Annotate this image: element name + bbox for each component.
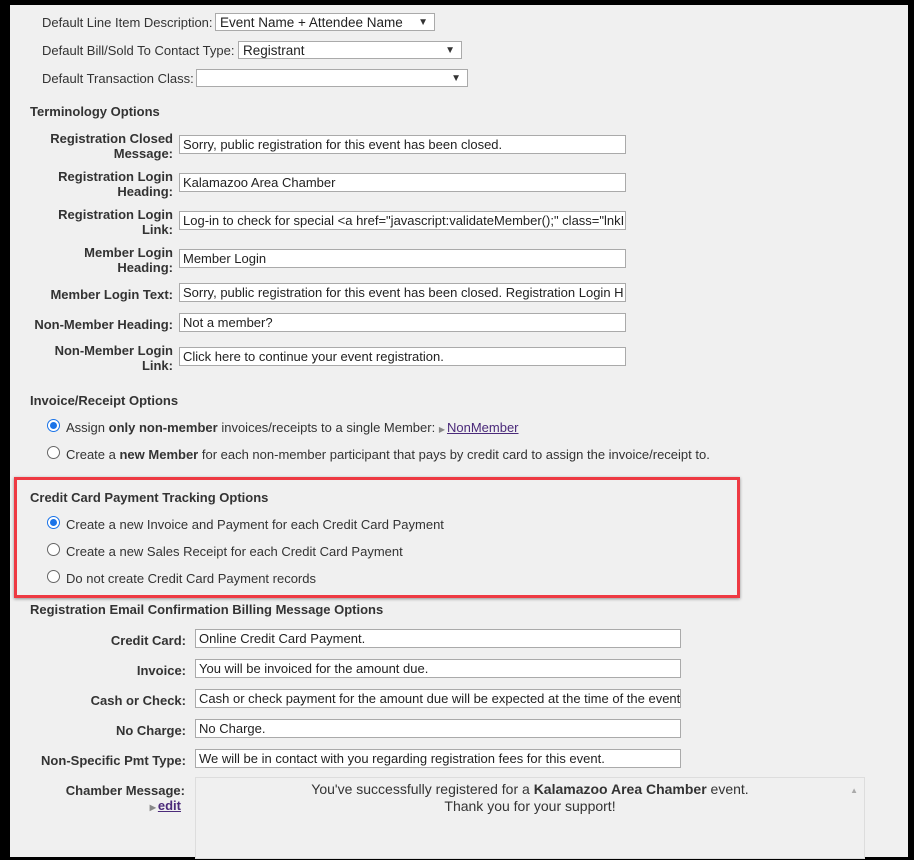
default-line-item-label: Default Line Item Description: <box>42 15 213 30</box>
invoice-option-single-member-radio[interactable] <box>47 419 60 432</box>
non-member-login-link-input[interactable]: Click here to continue your event regist… <box>179 347 626 366</box>
term-label: Member Login Text: <box>50 287 173 302</box>
cash-check-message-input[interactable]: Cash or check payment for the amount due… <box>195 689 681 708</box>
term-label: Non-Member Login Link: <box>54 343 173 373</box>
term-label: Member Login Heading: <box>84 245 173 275</box>
term-label: Registration Login Link: <box>58 207 173 237</box>
chevron-down-icon: ▼ <box>451 73 461 84</box>
chevron-down-icon: ▼ <box>445 45 455 56</box>
default-transaction-class-label: Default Transaction Class: <box>42 71 194 86</box>
registration-closed-message-input[interactable]: Sorry, public registration for this even… <box>179 135 626 154</box>
invoice-option-new-member-radio[interactable] <box>47 446 60 459</box>
invoice-message-input[interactable]: You will be invoiced for the amount due. <box>195 659 681 678</box>
nonmember-link[interactable]: NonMember <box>447 420 519 435</box>
invoice-option-2-label: Create a new Member for each non-member … <box>66 447 710 462</box>
billing-label: Non-Specific Pmt Type: <box>41 753 186 768</box>
cc-option-label: Do not create Credit Card Payment record… <box>66 571 316 586</box>
cc-option-label: Create a new Sales Receipt for each Cred… <box>66 544 403 559</box>
cc-option-invoice-payment-radio[interactable] <box>47 516 60 529</box>
edit-link-wrap: ▶ edit <box>148 798 181 815</box>
default-line-item-select[interactable]: Event Name + Attendee Name ▼ <box>215 13 435 31</box>
cc-option-none-radio[interactable] <box>47 570 60 583</box>
chevron-down-icon: ▼ <box>418 17 428 28</box>
event-settings-page: Default Line Item Description: Event Nam… <box>10 5 908 859</box>
text-bold: new Member <box>119 447 199 462</box>
billing-label: Cash or Check: <box>90 693 186 708</box>
non-member-heading-input[interactable]: Not a member? <box>179 313 626 332</box>
text: for each non-member participant that pay… <box>198 447 710 462</box>
registration-login-link-input[interactable]: Log-in to check for special <a href="jav… <box>179 211 626 230</box>
default-transaction-class-select[interactable]: ▼ <box>196 69 468 87</box>
term-label: Registration Closed Message: <box>50 131 173 161</box>
billing-label: Credit Card: <box>110 633 186 648</box>
billing-label: Invoice: <box>136 663 186 678</box>
edit-chamber-message-link[interactable]: edit <box>158 798 181 813</box>
text: You've successfully registered for a <box>311 781 534 797</box>
scroll-up-icon[interactable]: ▲ <box>850 782 858 799</box>
triangle-right-icon: ▶ <box>149 803 156 812</box>
text: Assign <box>66 420 109 435</box>
default-bill-to-label: Default Bill/Sold To Contact Type: <box>42 43 235 58</box>
invoice-heading: Invoice/Receipt Options <box>30 393 179 408</box>
member-login-heading-input[interactable]: Member Login <box>179 249 626 268</box>
term-label: Non-Member Heading: <box>34 317 173 332</box>
billing-heading: Registration Email Confirmation Billing … <box>30 602 384 617</box>
chamber-message-line2: Thank you for your support! <box>444 798 616 814</box>
chamber-message-box[interactable]: You've successfully registered for a Kal… <box>195 777 865 859</box>
triangle-right-icon: ▶ <box>438 425 445 434</box>
text: invoices/receipts to a single Member: <box>217 420 439 435</box>
no-charge-message-input[interactable]: No Charge. <box>195 719 681 738</box>
cc-option-sales-receipt-radio[interactable] <box>47 543 60 556</box>
chamber-message-label: Chamber Message: <box>65 783 185 798</box>
invoice-option-1-label: Assign only non-member invoices/receipts… <box>66 420 519 437</box>
default-bill-to-select[interactable]: Registrant ▼ <box>238 41 462 59</box>
credit-card-message-input[interactable]: Online Credit Card Payment. <box>195 629 681 648</box>
select-value: Registrant <box>243 43 305 58</box>
billing-label: No Charge: <box>115 723 186 738</box>
term-label: Registration Login Heading: <box>58 169 173 199</box>
chamber-message-line1: You've successfully registered for a Kal… <box>196 781 864 798</box>
non-specific-message-input[interactable]: We will be in contact with you regarding… <box>195 749 681 768</box>
text-bold: only non-member <box>108 420 218 435</box>
terminology-heading: Terminology Options <box>30 104 160 119</box>
text-bold: Kalamazoo Area Chamber <box>533 781 707 797</box>
select-value: Event Name + Attendee Name <box>220 15 403 30</box>
text: Create a <box>66 447 120 462</box>
credit-card-heading: Credit Card Payment Tracking Options <box>30 490 269 505</box>
text: event. <box>706 781 749 797</box>
cc-option-label: Create a new Invoice and Payment for eac… <box>66 517 444 532</box>
member-login-text-input[interactable]: Sorry, public registration for this even… <box>179 283 626 302</box>
registration-login-heading-input[interactable]: Kalamazoo Area Chamber <box>179 173 626 192</box>
